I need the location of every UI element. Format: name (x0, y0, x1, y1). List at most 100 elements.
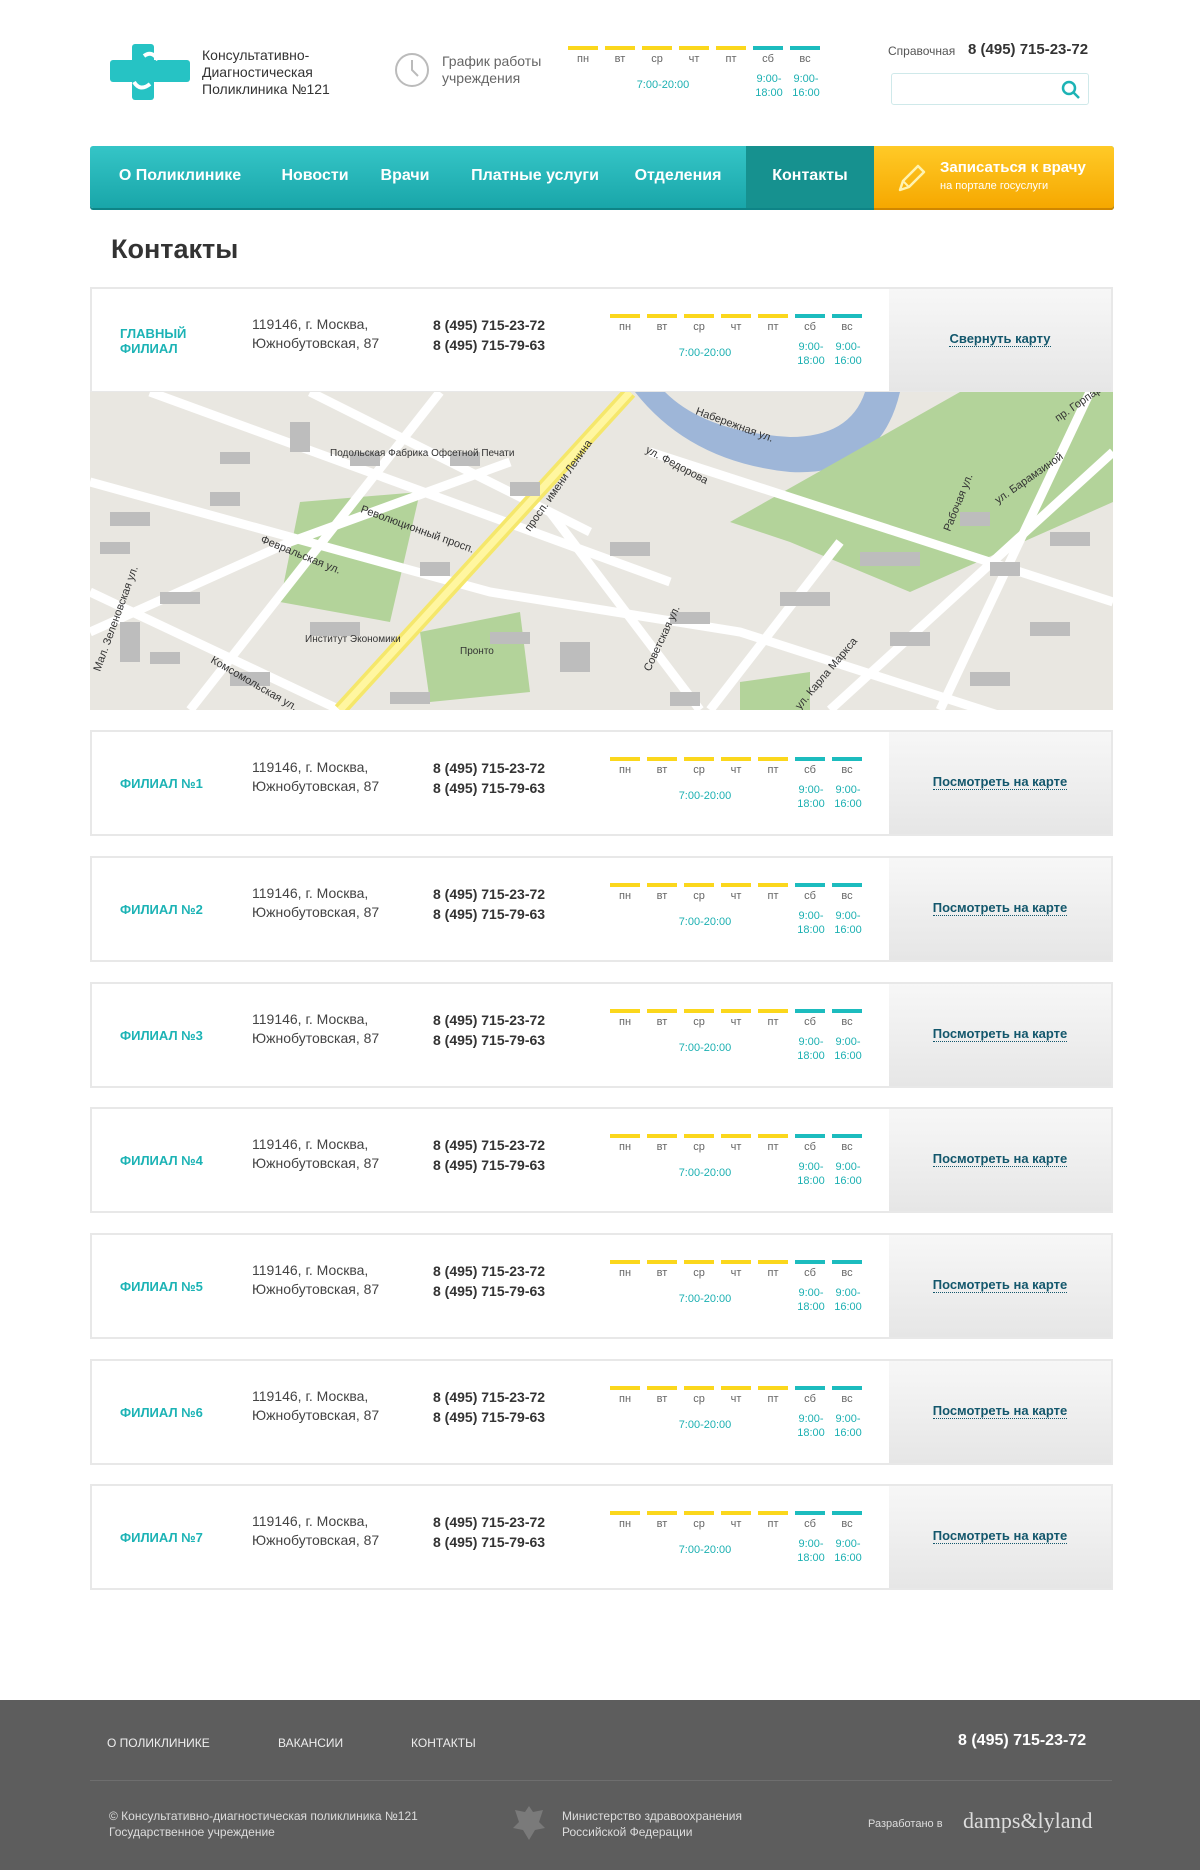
branch-phone2[interactable]: 8 (495) 715-79-63 (433, 335, 545, 355)
branch-schedule-day-3: чт (721, 1386, 751, 1405)
header-schedule-sun-hours: 9:00-16:00 (792, 73, 820, 99)
map-link-label: Посмотреть на карте (932, 1151, 1068, 1167)
day-label: ср (693, 321, 705, 333)
branch-schedule-weekday-hours: 7:00-20:00 (678, 347, 732, 359)
branch-schedule-day-6: вс (832, 1511, 862, 1530)
day-bar (832, 1009, 862, 1013)
show-on-map-link[interactable]: Посмотреть на карте (889, 1277, 1111, 1293)
day-bar (795, 1009, 825, 1013)
day-bar (647, 883, 677, 887)
search-box (891, 73, 1089, 105)
branch-schedule-weekday-hours: 7:00-20:00 (678, 1042, 732, 1054)
show-on-map-link[interactable]: Посмотреть на карте (889, 900, 1111, 916)
nav-item-contacts[interactable]: Контакты (746, 146, 874, 208)
branch-phone1[interactable]: 8 (495) 715-23-72 (433, 1010, 545, 1030)
day-label: пн (618, 321, 632, 333)
day-bar (795, 1260, 825, 1264)
branch-map[interactable]: просп. имени Ленина Набережная ул. ул. Ф… (90, 392, 1113, 710)
branch-phone1[interactable]: 8 (495) 715-23-72 (433, 758, 545, 778)
nav-item-news[interactable]: Новости (270, 146, 360, 208)
map-label-factory: Подольская Фабрика Офсетной Печати (330, 447, 514, 459)
day-bar (679, 46, 709, 50)
show-on-map-link[interactable]: Посмотреть на карте (889, 1403, 1111, 1419)
day-label: вт (656, 890, 668, 902)
branch-phone2[interactable]: 8 (495) 715-79-63 (433, 904, 545, 924)
branch-schedule-sun-hours: 9:00-16:00 (834, 1413, 862, 1439)
header-schedule-day-6: вс (790, 46, 820, 65)
search-input[interactable] (892, 74, 1052, 104)
day-bar (795, 1134, 825, 1138)
branch-phones: 8 (495) 715-23-72 8 (495) 715-79-63 (433, 1135, 545, 1175)
nav-item-about[interactable]: О Поликлинике (90, 146, 270, 208)
footer-link-contacts[interactable]: Контакты (411, 1736, 476, 1750)
day-bar (684, 1511, 714, 1515)
branch-phone1[interactable]: 8 (495) 715-23-72 (433, 1387, 545, 1407)
clinic-logo-icon[interactable] (110, 44, 190, 100)
branch-phones: 8 (495) 715-23-72 8 (495) 715-79-63 (433, 1387, 545, 1427)
show-on-map-link[interactable]: Посмотреть на карте (889, 1026, 1111, 1042)
day-bar (610, 314, 640, 318)
branch-address: 119146, г. Москва, Южнобутовская, 87 (252, 316, 380, 351)
branch-phone1[interactable]: 8 (495) 715-23-72 (433, 1512, 545, 1532)
footer-link-about[interactable]: О поликлинике (107, 1736, 210, 1750)
branch-card: Филиал №5 119146, г. Москва, Южнобутовска… (90, 1233, 1113, 1339)
branch-phone2[interactable]: 8 (495) 715-79-63 (433, 1030, 545, 1050)
branch-schedule-day-1: вт (647, 1386, 677, 1405)
branch-schedule: пн вт ср чт пт сб вс 7:00-20:00 9:00-18:00 9:00-1… (610, 883, 866, 943)
show-on-map-link[interactable]: Посмотреть на карте (889, 774, 1111, 790)
header-schedule-day-3: чт (679, 46, 709, 65)
day-label: вс (841, 890, 853, 902)
show-on-map-link[interactable]: Посмотреть на карте (889, 1528, 1111, 1544)
footer-divider (90, 1780, 1112, 1781)
branch-schedule-day-4: пт (758, 1009, 788, 1028)
day-bar (832, 1511, 862, 1515)
branch-phones: 8 (495) 715-23-72 8 (495) 715-79-63 (433, 1010, 545, 1050)
developer-logo[interactable]: damps&lyland (963, 1808, 1093, 1834)
day-label: чт (730, 1267, 742, 1279)
branch-schedule-day-6: вс (832, 1009, 862, 1028)
branch-schedule-day-2: ср (684, 1009, 714, 1028)
collapse-map-link[interactable]: Свернуть карту (889, 331, 1111, 347)
day-bar (795, 883, 825, 887)
branch-phone1[interactable]: 8 (495) 715-23-72 (433, 315, 545, 335)
day-bar (610, 883, 640, 887)
branch-address: 119146, г. Москва, Южнобутовская, 87 (252, 1388, 380, 1423)
nav-item-paid-services[interactable]: Платные услуги (450, 146, 620, 208)
branch-schedule-sun-hours: 9:00-16:00 (834, 1287, 862, 1313)
branch-name: Филиал №4 (120, 1153, 203, 1168)
map-link-label: Посмотреть на карте (932, 1528, 1068, 1544)
copyright-line: © Консультативно-диагностическая поликли… (109, 1809, 418, 1823)
day-bar (684, 314, 714, 318)
day-bar (610, 757, 640, 761)
branch-phone2[interactable]: 8 (495) 715-79-63 (433, 1155, 545, 1175)
branch-phone2[interactable]: 8 (495) 715-79-63 (433, 1281, 545, 1301)
day-bar (684, 757, 714, 761)
branch-schedule-sun-hours: 9:00-16:00 (834, 1538, 862, 1564)
enroll-button[interactable]: Записаться к врачу на портале госуслуги (874, 146, 1114, 208)
branch-phone1[interactable]: 8 (495) 715-23-72 (433, 884, 545, 904)
footer-phone[interactable]: 8 (495) 715-23-72 (958, 1732, 1086, 1750)
branch-schedule: пн вт ср чт пт сб вс 7:00-20:00 9:00-18:00 9:00-1… (610, 314, 866, 374)
branch-phones: 8 (495) 715-23-72 8 (495) 715-79-63 (433, 1512, 545, 1552)
branch-schedule-day-0: пн (610, 1134, 640, 1153)
branch-card: Филиал №3 119146, г. Москва, Южнобутовска… (90, 982, 1113, 1088)
search-icon[interactable] (1061, 80, 1081, 100)
branch-phone2[interactable]: 8 (495) 715-79-63 (433, 1532, 545, 1552)
branch-phone1[interactable]: 8 (495) 715-23-72 (433, 1135, 545, 1155)
nav-item-doctors[interactable]: Врачи (360, 146, 450, 208)
day-bar (795, 314, 825, 318)
nav-item-departments[interactable]: Отделения (620, 146, 736, 208)
day-label: вс (841, 1393, 853, 1405)
branch-phone2[interactable]: 8 (495) 715-79-63 (433, 1407, 545, 1427)
day-bar (721, 1134, 751, 1138)
day-bar (758, 1511, 788, 1515)
reference-phone[interactable]: 8 (495) 715-23-72 (968, 41, 1088, 58)
show-on-map-link[interactable]: Посмотреть на карте (889, 1151, 1111, 1167)
branch-phone2[interactable]: 8 (495) 715-79-63 (433, 778, 545, 798)
header-schedule-day-5: сб (753, 46, 783, 65)
branch-schedule-sun-hours: 9:00-16:00 (834, 1161, 862, 1187)
branch-phone1[interactable]: 8 (495) 715-23-72 (433, 1261, 545, 1281)
day-bar (684, 1009, 714, 1013)
page-title: Контакты (111, 234, 239, 264)
footer-link-vacancies[interactable]: Вакансии (278, 1736, 343, 1750)
